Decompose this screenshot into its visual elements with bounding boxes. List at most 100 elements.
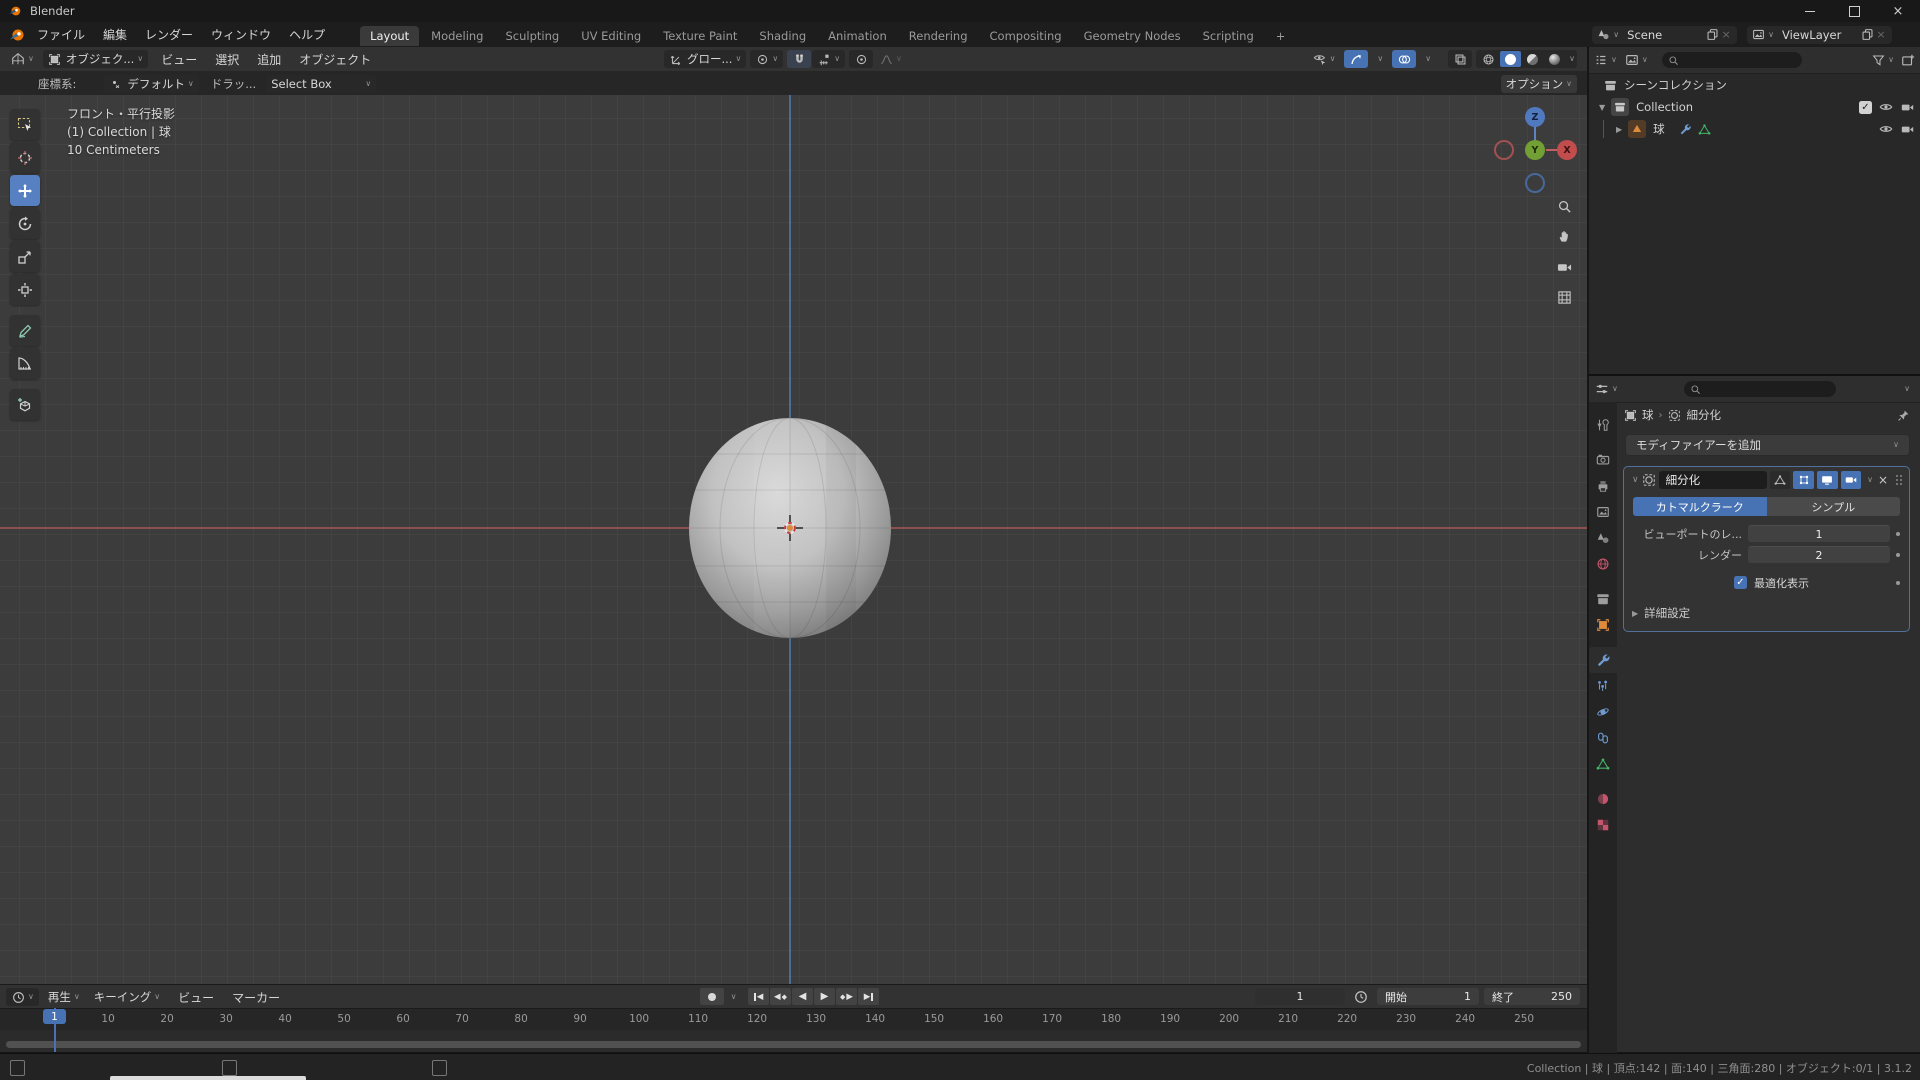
previous-keyframe-button[interactable]: ◀ ◆ [770, 988, 791, 1005]
drag-handle-icon[interactable] [1894, 474, 1904, 486]
tab-uv-editing[interactable]: UV Editing [571, 26, 651, 46]
panel-expand-icon[interactable]: ∨ [1632, 475, 1639, 485]
tool-move[interactable] [10, 175, 40, 206]
delete-modifier-icon[interactable]: × [1878, 473, 1888, 487]
tab-particles[interactable] [1589, 673, 1617, 699]
eye-icon[interactable] [1879, 100, 1893, 114]
tab-world[interactable] [1589, 551, 1617, 577]
viewport-menu-view[interactable]: ビュー [152, 51, 206, 68]
pin-icon[interactable] [1896, 408, 1910, 422]
new-collection-icon[interactable] [1901, 53, 1915, 67]
viewport-menu-select[interactable]: 選択 [206, 51, 248, 68]
jump-to-end-button[interactable]: ▶ [858, 988, 879, 1005]
proportional-falloff-dropdown[interactable]: ∨ [874, 50, 907, 68]
toggle-render[interactable] [1840, 471, 1862, 489]
tab-render[interactable] [1589, 447, 1617, 473]
tab-view-layer[interactable] [1589, 499, 1617, 525]
tab-physics[interactable] [1589, 699, 1617, 725]
properties-editor-icon[interactable] [1595, 382, 1609, 396]
eye-icon[interactable] [1879, 122, 1893, 136]
modifier-name-field[interactable]: 細分化 [1658, 471, 1767, 489]
show-gizmo-toggle[interactable] [1344, 50, 1369, 68]
outliner-editor-icon[interactable] [1594, 53, 1608, 67]
camera-view-button[interactable] [1553, 256, 1575, 278]
shading-solid-button[interactable] [1500, 51, 1522, 67]
tab-object-data[interactable] [1589, 751, 1617, 777]
visibility-dropdown[interactable]: ∨ [1308, 50, 1341, 68]
tool-scale[interactable] [10, 241, 40, 272]
gizmo-axis-x-neg[interactable] [1494, 140, 1514, 160]
pan-button[interactable] [1553, 225, 1575, 247]
jump-to-start-button[interactable]: ◀ [748, 988, 769, 1005]
toggle-edit-mode[interactable] [1793, 471, 1814, 489]
tab-layout[interactable]: Layout [360, 26, 420, 46]
shading-wireframe-button[interactable] [1478, 51, 1499, 67]
play-button[interactable]: ▶ [814, 988, 835, 1005]
preview-range-clock-icon[interactable] [1354, 990, 1368, 1004]
pivot-default-dropdown[interactable]: デフォルト ∨ [104, 74, 199, 93]
tool-rotate[interactable] [10, 208, 40, 239]
camera-restrict-icon[interactable] [1900, 100, 1914, 114]
playback-menu[interactable]: 再生 ∨ [43, 988, 85, 1006]
gizmo-axis-x[interactable]: X [1557, 140, 1577, 160]
unlink-scene-icon[interactable]: × [1719, 28, 1733, 42]
menu-render[interactable]: レンダー [136, 26, 202, 43]
select-box-dropdown[interactable]: Select Box ∨ [266, 74, 377, 93]
remove-viewlayer-icon[interactable]: × [1874, 28, 1888, 42]
outliner-search-input[interactable] [1661, 52, 1802, 68]
properties-search-input[interactable] [1683, 381, 1836, 397]
animate-dot[interactable] [1896, 552, 1900, 557]
tool-transform[interactable] [10, 274, 40, 305]
orientation-dropdown[interactable]: グロー... ∨ [664, 50, 747, 68]
advanced-section-header[interactable]: ▶ 詳細設定 [1632, 605, 1909, 621]
gizmo-axis-y[interactable]: Y [1525, 140, 1545, 160]
menu-file[interactable]: ファイル [28, 26, 94, 43]
mode-selector[interactable]: オブジェク... ∨ [42, 50, 149, 68]
tab-sculpting[interactable]: Sculpting [495, 26, 569, 46]
optimal-display-checkbox[interactable]: ✓ [1734, 576, 1747, 589]
tab-material[interactable] [1589, 786, 1617, 812]
tool-add-cube[interactable] [10, 389, 40, 420]
tool-annotate[interactable] [10, 315, 40, 346]
timeline-menu-view[interactable]: ビュー [169, 989, 223, 1006]
tab-texture-paint[interactable]: Texture Paint [653, 26, 747, 46]
minimize-button[interactable] [1788, 0, 1832, 22]
maximize-button[interactable] [1832, 0, 1876, 22]
menu-edit[interactable]: 編集 [94, 26, 136, 43]
menu-window[interactable]: ウィンドウ [202, 26, 280, 43]
tool-cursor[interactable] [10, 142, 40, 173]
timeline-editor-selector[interactable]: ∨ [6, 988, 39, 1006]
collection-checkbox[interactable]: ✓ [1859, 100, 1872, 114]
options-dropdown[interactable]: オプション ∨ [1500, 74, 1577, 93]
tab-object[interactable] [1589, 612, 1617, 638]
tab-collection[interactable] [1589, 586, 1617, 612]
gizmo-axis-z[interactable]: Z [1525, 107, 1545, 127]
display-mode-icon[interactable] [1625, 53, 1639, 67]
horizontal-scrollbar[interactable] [6, 1041, 1581, 1048]
tool-select-box[interactable] [10, 109, 40, 140]
tab-scene[interactable] [1589, 525, 1617, 551]
viewport-menu-object[interactable]: オブジェクト [290, 51, 380, 68]
snap-toggle[interactable] [787, 50, 812, 68]
start-frame-field[interactable]: 開始 1 [1377, 988, 1479, 1005]
tab-compositing[interactable]: Compositing [980, 26, 1072, 46]
shading-rendered-button[interactable] [1544, 51, 1565, 67]
add-workspace-button[interactable]: + [1266, 26, 1296, 46]
play-reverse-button[interactable]: ◀ [792, 988, 813, 1005]
catmull-clark-button[interactable]: カトマルクラーク [1633, 497, 1767, 516]
animate-dot[interactable] [1896, 580, 1900, 585]
tab-scripting[interactable]: Scripting [1193, 26, 1264, 46]
keying-set-dropdown[interactable]: ∨ [725, 988, 739, 1005]
outliner-row-object[interactable]: ▶ 球 [1589, 118, 1920, 140]
tab-rendering[interactable]: Rendering [899, 26, 978, 46]
outliner-row-collection[interactable]: ▼ Collection ✓ [1589, 96, 1920, 118]
snap-settings-dropdown[interactable]: ∨ [812, 50, 846, 68]
next-keyframe-button[interactable]: ◆ ▶ [836, 988, 857, 1005]
close-button[interactable]: × [1876, 0, 1920, 22]
keying-menu[interactable]: キーイング ∨ [89, 988, 165, 1006]
viewport-levels-field[interactable]: 1 [1748, 525, 1890, 542]
timeline-tracks[interactable] [0, 1030, 1587, 1052]
breadcrumb-modifier[interactable]: 細分化 [1687, 407, 1722, 423]
tab-tool[interactable] [1589, 412, 1617, 438]
modifier-extras-icon[interactable]: ∨ [1867, 476, 1873, 484]
